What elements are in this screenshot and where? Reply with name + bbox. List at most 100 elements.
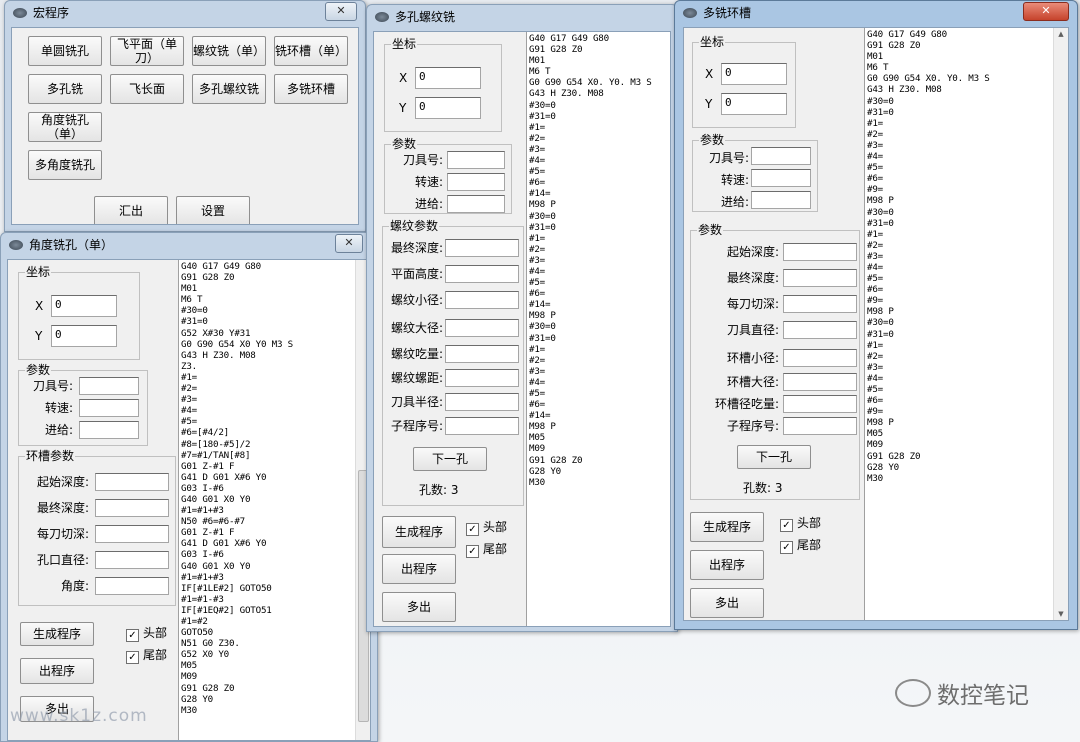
tool-radius-input[interactable] xyxy=(445,393,519,411)
major-diameter-input[interactable] xyxy=(445,319,519,337)
x-input[interactable]: 0 xyxy=(721,63,787,85)
close-icon[interactable]: ✕ xyxy=(335,234,363,253)
ring-minor-diameter-input[interactable] xyxy=(783,349,857,367)
close-icon[interactable]: ✕ xyxy=(1023,2,1069,21)
program-output-textarea[interactable]: G40 G17 G49 G80 G91 G28 Z0 M01 M6 T G0 G… xyxy=(864,28,1068,620)
close-icon[interactable]: ✕ xyxy=(325,2,357,21)
app-icon xyxy=(13,8,27,18)
macro-window-titlebar[interactable]: 宏程序 xyxy=(5,1,365,25)
final-depth-input[interactable] xyxy=(445,239,519,257)
tool-number-label: 刀具号: xyxy=(32,379,73,393)
check-icon: ✓ xyxy=(126,651,139,664)
multi-hole-mill-button[interactable]: 多孔铣 xyxy=(28,74,102,104)
tool-number-input[interactable] xyxy=(79,377,139,395)
program-output-textarea[interactable]: G40 G17 G49 G80 G91 G28 Z0 M01 M6 T G0 G… xyxy=(526,32,670,626)
hole-diameter-input[interactable] xyxy=(95,551,169,569)
spindle-speed-input[interactable] xyxy=(447,173,505,191)
feed-input[interactable] xyxy=(751,191,811,209)
x-input[interactable]: 0 xyxy=(51,295,117,317)
check-icon: ✓ xyxy=(780,519,793,532)
tail-checkbox[interactable]: ✓ 尾部 xyxy=(126,648,167,664)
thread-pitch-input[interactable] xyxy=(445,369,519,387)
long-face-button[interactable]: 飞长面 xyxy=(110,74,184,104)
generate-program-button[interactable]: 生成程序 xyxy=(382,516,456,548)
face-mill-single-button[interactable]: 飞平面（单刀） xyxy=(110,36,184,66)
tool-number-input[interactable] xyxy=(447,151,505,169)
head-checkbox[interactable]: ✓ 头部 xyxy=(466,520,507,536)
head-checkbox[interactable]: ✓ 头部 xyxy=(780,516,821,532)
thread-cut-input[interactable] xyxy=(445,345,519,363)
hole-count: 孔数: 3 xyxy=(419,483,459,497)
tail-checkbox[interactable]: ✓ 尾部 xyxy=(466,542,507,558)
angle-window-titlebar[interactable]: 角度铣孔（单） xyxy=(1,233,377,257)
thread-window-titlebar[interactable]: 多孔螺纹铣 xyxy=(367,5,677,29)
final-depth-input[interactable] xyxy=(95,499,169,517)
cut-depth-input[interactable] xyxy=(95,525,169,543)
next-hole-button[interactable]: 下一孔 xyxy=(413,447,487,471)
program-output-textarea[interactable]: G40 G17 G49 G80 G91 G28 Z0 M01 M6 T #30=… xyxy=(178,260,370,740)
scrollbar[interactable]: ▲ ▼ xyxy=(1053,28,1068,620)
ring-groove-single-button[interactable]: 铣环槽（单） xyxy=(274,36,348,66)
scroll-up-icon[interactable]: ▲ xyxy=(1054,30,1068,38)
final-depth-label: 最终深度: xyxy=(726,271,779,285)
subprogram-number-input[interactable] xyxy=(445,417,519,435)
plane-height-input[interactable] xyxy=(445,265,519,283)
x-label: X xyxy=(705,67,714,81)
cut-depth-input[interactable] xyxy=(783,295,857,313)
output-program-button[interactable]: 出程序 xyxy=(20,658,94,684)
ring-major-diameter-label: 环槽大径: xyxy=(726,375,779,389)
single-circle-mill-button[interactable]: 单圆铣孔 xyxy=(28,36,102,66)
generate-program-button[interactable]: 生成程序 xyxy=(690,512,764,542)
group-label: 螺纹参数 xyxy=(389,219,440,233)
x-input[interactable]: 0 xyxy=(415,67,481,89)
multi-ring-groove-button[interactable]: 多铣环槽 xyxy=(274,74,348,104)
subprogram-number-input[interactable] xyxy=(783,417,857,435)
multi-thread-mill-button[interactable]: 多孔螺纹铣 xyxy=(192,74,266,104)
ring-major-diameter-input[interactable] xyxy=(783,373,857,391)
y-input[interactable]: 0 xyxy=(415,97,481,119)
angle-window-body: 坐标 X 0 Y 0 参数 刀具号: 转速: 进给: 环槽参数 起始深度: 最终… xyxy=(7,259,371,741)
ring-cut-label: 环槽径吃量: xyxy=(714,397,779,411)
tool-number-label: 刀具号: xyxy=(402,153,443,167)
tool-radius-label: 刀具半径: xyxy=(390,395,443,409)
next-hole-button[interactable]: 下一孔 xyxy=(737,445,811,469)
app-icon xyxy=(9,240,23,250)
multi-angle-hole-button[interactable]: 多角度铣孔 xyxy=(28,150,102,180)
angle-hole-single-button[interactable]: 角度铣孔（单） xyxy=(28,112,102,142)
start-depth-label: 起始深度: xyxy=(36,475,89,489)
tool-number-input[interactable] xyxy=(751,147,811,165)
angle-input[interactable] xyxy=(95,577,169,595)
ring-cut-input[interactable] xyxy=(783,395,857,413)
spindle-speed-input[interactable] xyxy=(751,169,811,187)
multi-thread-window: 多孔螺纹铣 坐标 X 0 Y 0 参数 刀具号: 转速: 进给: 螺纹参数 最终… xyxy=(366,4,678,632)
minor-diameter-input[interactable] xyxy=(445,291,519,309)
start-depth-input[interactable] xyxy=(95,473,169,491)
settings-button[interactable]: 设置 xyxy=(176,196,250,224)
head-checkbox[interactable]: ✓ 头部 xyxy=(126,626,167,642)
multi-output-button[interactable]: 多出 xyxy=(382,592,456,622)
feed-input[interactable] xyxy=(447,195,505,213)
output-program-button[interactable]: 出程序 xyxy=(690,550,764,580)
head-label: 头部 xyxy=(143,626,168,640)
x-label: X xyxy=(35,299,44,313)
tool-diameter-input[interactable] xyxy=(783,321,857,339)
output-program-button[interactable]: 出程序 xyxy=(382,554,456,584)
thread-mill-single-button[interactable]: 螺纹铣（单） xyxy=(192,36,266,66)
window-title: 多孔螺纹铣 xyxy=(395,10,456,24)
spindle-speed-input[interactable] xyxy=(79,399,139,417)
multi-output-button[interactable]: 多出 xyxy=(690,588,764,618)
site-watermark: www.sk1z.com xyxy=(10,706,148,726)
final-depth-input[interactable] xyxy=(783,269,857,287)
scroll-down-icon[interactable]: ▼ xyxy=(1054,610,1068,618)
ring-window-titlebar[interactable]: 多铣环槽 xyxy=(675,1,1077,25)
tail-checkbox[interactable]: ✓ 尾部 xyxy=(780,538,821,554)
feed-input[interactable] xyxy=(79,421,139,439)
parameter-group: 参数 刀具号: 转速: 进给: xyxy=(18,363,148,446)
check-icon: ✓ xyxy=(126,629,139,642)
y-input[interactable]: 0 xyxy=(51,325,117,347)
export-button[interactable]: 汇出 xyxy=(94,196,168,224)
program-code: G40 G17 G49 G80 G91 G28 Z0 M01 M6 T G0 G… xyxy=(529,33,652,488)
y-input[interactable]: 0 xyxy=(721,93,787,115)
start-depth-input[interactable] xyxy=(783,243,857,261)
generate-program-button[interactable]: 生成程序 xyxy=(20,622,94,646)
